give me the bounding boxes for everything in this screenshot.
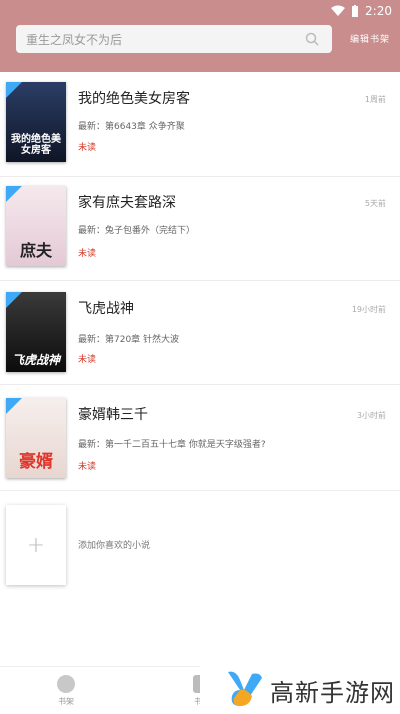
search-placeholder: 重生之凤女不为后 (26, 33, 123, 47)
book-update-time: 1周前 (364, 95, 386, 104)
bookshelf-icon (57, 675, 75, 693)
app-header: 2:20 重生之凤女不为后 编辑书架 (0, 0, 400, 72)
add-book-button[interactable]: + (6, 505, 66, 585)
divider (0, 490, 400, 491)
wifi-icon (331, 5, 346, 16)
nav-label: 书架 (58, 697, 74, 706)
search-input[interactable]: 重生之凤女不为后 (16, 25, 332, 53)
battery-icon (352, 5, 359, 17)
book-update-time: 5天前 (364, 199, 386, 208)
book-read-status: 未读 (78, 462, 97, 472)
add-book-label[interactable]: 添加你喜欢的小说 (78, 538, 150, 551)
book-latest-chapter: 最新：第720章 针然大波 (78, 335, 180, 345)
nav-bookshelf[interactable]: 书架 (36, 675, 96, 707)
cover-title: 庶夫 (19, 241, 52, 260)
book-title[interactable]: 豪婿韩三千 (78, 404, 148, 424)
book-row[interactable]: 我的绝色美女房客 我的绝色美女房客 1周前 最新：第6643章 众争齐聚 未读 (0, 72, 400, 176)
book-latest-chapter: 最新：第6643章 众争齐聚 (78, 122, 185, 132)
status-bar: 2:20 (0, 0, 400, 22)
status-time: 2:20 (365, 4, 392, 18)
book-cover[interactable]: 我的绝色美女房客 (6, 82, 66, 162)
cover-badge-icon (6, 398, 22, 414)
book-title[interactable]: 家有庶夫套路深 (78, 192, 176, 212)
book-cover[interactable]: 飞虎战神 (6, 292, 66, 372)
cover-title: 飞虎战神 (11, 353, 60, 367)
book-read-status: 未读 (78, 143, 97, 153)
edit-bookshelf-button[interactable]: 编辑书架 (350, 32, 390, 45)
book-title[interactable]: 我的绝色美女房客 (78, 88, 190, 108)
cover-title: 我的绝色美女房客 (11, 134, 61, 156)
book-latest-chapter: 最新：兔子包番外（完结下） (78, 226, 196, 236)
cover-badge-icon (6, 82, 22, 98)
watermark: 高新手游网 (200, 658, 400, 713)
cover-badge-icon (6, 292, 22, 308)
book-row[interactable]: 飞虎战神 飞虎战神 19小时前 最新：第720章 针然大波 未读 (0, 280, 400, 384)
search-icon[interactable] (304, 31, 320, 47)
book-row[interactable]: 豪婿 豪婿韩三千 3小时前 最新：第一千二百五十七章 你就是天字级强者? 未读 (0, 384, 400, 488)
cover-title: 豪婿 (19, 452, 53, 472)
plus-icon: + (26, 532, 46, 558)
book-cover[interactable]: 豪婿 (6, 398, 66, 478)
site-logo-icon (228, 671, 262, 706)
book-update-time: 3小时前 (356, 411, 386, 420)
book-cover[interactable]: 庶夫 (6, 186, 66, 266)
book-read-status: 未读 (78, 249, 97, 259)
book-latest-chapter: 最新：第一千二百五十七章 你就是天字级强者? (78, 440, 266, 450)
book-update-time: 19小时前 (351, 305, 386, 314)
cover-badge-icon (6, 186, 22, 202)
watermark-text: 高新手游网 (270, 679, 395, 707)
book-read-status: 未读 (78, 355, 97, 365)
book-title[interactable]: 飞虎战神 (78, 298, 134, 318)
book-row[interactable]: 庶夫 家有庶夫套路深 5天前 最新：兔子包番外（完结下） 未读 (0, 176, 400, 280)
